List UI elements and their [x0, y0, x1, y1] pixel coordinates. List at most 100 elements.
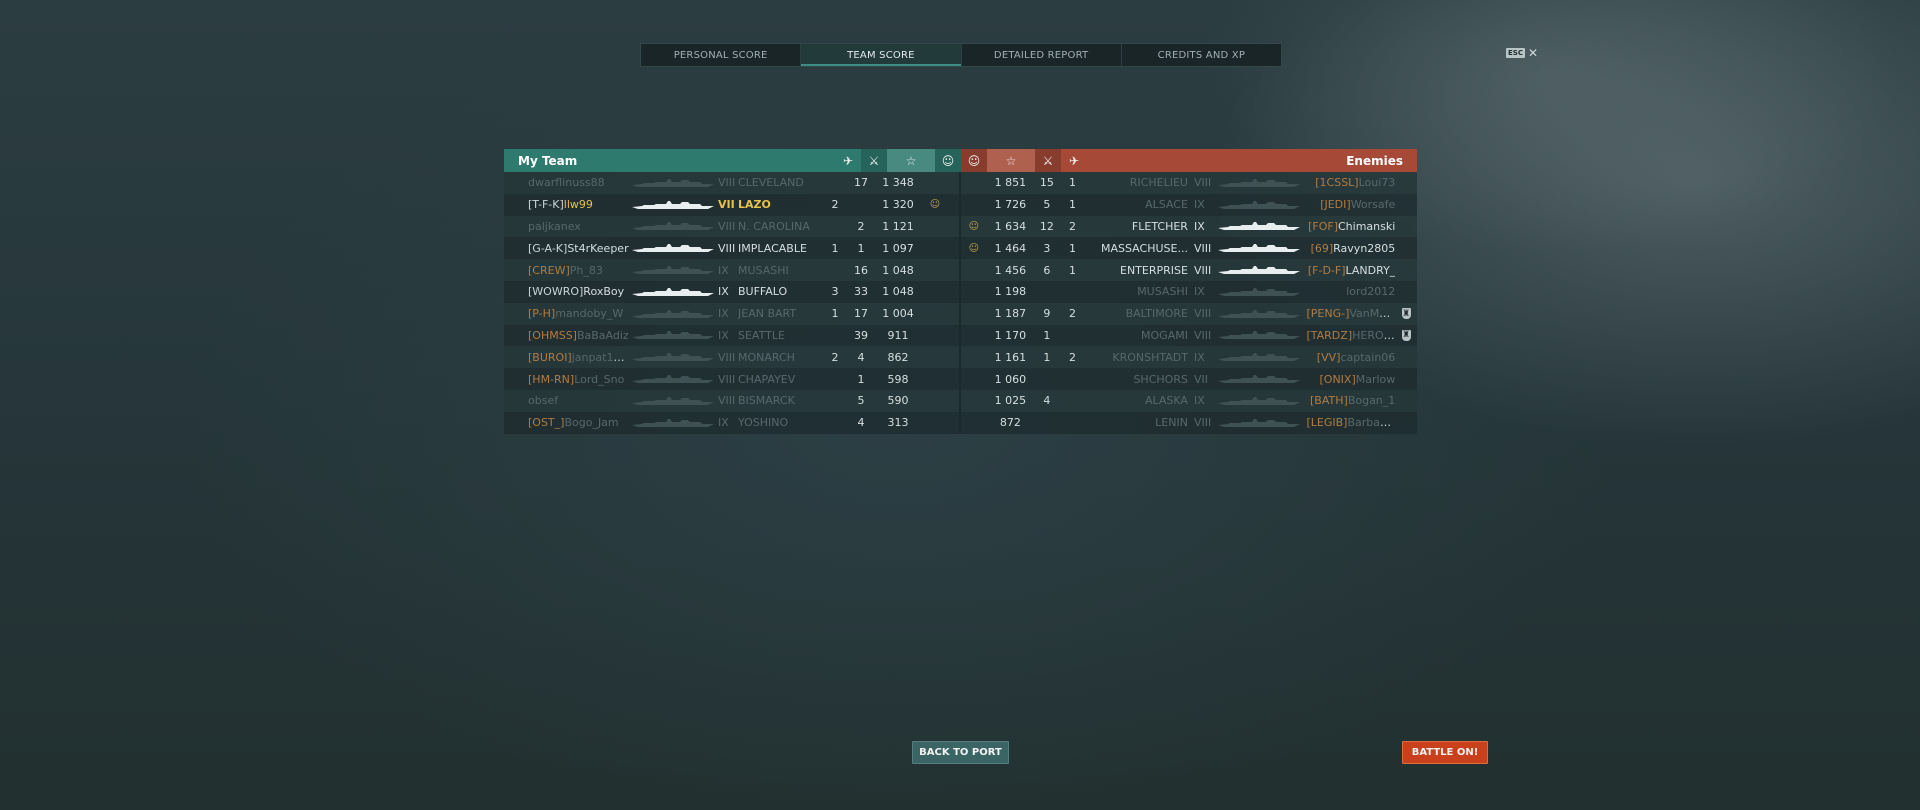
- ship-name: BUFFALO: [738, 285, 788, 299]
- player-nickname: janpat1977: [571, 350, 630, 364]
- ship-name: MASSACHUSE...: [1101, 241, 1188, 255]
- player-name: [BUROI]janpat1977: [504, 351, 630, 364]
- enemy-row[interactable]: 1 198 MUSASHI IX lord2012: [961, 280, 1417, 303]
- ship-name: FLETCHER: [1131, 219, 1188, 233]
- player-row[interactable]: [OST_]Bogo_Jam IX YOSHINO 4 313: [504, 411, 959, 434]
- clan-tag: [JEDI]: [1320, 198, 1351, 212]
- enemy-row[interactable]: 1 187 9 2 BALTIMORE VIII [PENG-]VanMane5... ♜: [961, 302, 1417, 325]
- ship-tier: IX: [1193, 198, 1205, 212]
- score-value: 1 025: [994, 394, 1027, 408]
- player-name: [PENG-]VanMane5...: [1302, 307, 1395, 320]
- extra-cell: ♜: [1395, 329, 1417, 341]
- enemy-row[interactable]: 872 LENIN VIII [LEGIB]Barbarus50: [961, 411, 1417, 434]
- clan-tag: [LEGIB]: [1306, 416, 1348, 430]
- medal-icon: ☺: [968, 242, 980, 254]
- player-nickname: HEROIS...: [1352, 328, 1395, 342]
- enemy-row[interactable]: 1 060 SHCHORS VII [ONIX]Marlow: [961, 368, 1417, 390]
- player-row[interactable]: [G-A-K]St4rKeeper VIII IMPLACABLE 1 1 1 097: [504, 237, 959, 260]
- ship-name: BISMARCK: [738, 394, 795, 408]
- star-icon: ☆: [987, 149, 1035, 172]
- score-value: 1 060: [994, 372, 1027, 386]
- tab-team-score[interactable]: TEAM SCORE: [801, 44, 962, 66]
- shield-icon: ♜: [1401, 308, 1411, 320]
- player-row[interactable]: paljkanex VIII N. CAROLINA 2 1 121: [504, 215, 959, 238]
- ship-name: IMPLACABLE: [738, 241, 807, 255]
- enemy-row[interactable]: 1 170 1 MOGAMI VIII [TARDZ]HEROIS... ♜: [961, 324, 1417, 347]
- ship-tier: IX: [1193, 285, 1205, 299]
- player-row[interactable]: [CREW]Ph_83 IX MUSASHI 16 1 048: [504, 259, 959, 281]
- ship-name: ENTERPRISE: [1120, 263, 1188, 277]
- ship-name: MUSASHI: [738, 263, 789, 277]
- ship-silhouette-icon: [630, 264, 718, 276]
- player-name: [TARDZ]HEROIS...: [1302, 329, 1395, 342]
- player-row[interactable]: [T-F-K]llw99 VII LAZO 2 1 320 ☺: [504, 193, 959, 216]
- player-row[interactable]: obsef VIII BISMARCK 5 590: [504, 389, 959, 412]
- clan-tag: [T-F-K]: [528, 198, 564, 212]
- player-name: [1CSSL]Loui73: [1302, 176, 1395, 189]
- ship-silhouette-icon: [1216, 351, 1303, 363]
- back-to-port-button[interactable]: BACK TO PORT: [912, 741, 1009, 764]
- enemy-row[interactable]: 1 851 15 1 RICHELIEU VIII [1CSSL]Loui73: [961, 172, 1417, 194]
- tab-personal-score[interactable]: PERSONAL SCORE: [641, 44, 802, 66]
- player-row[interactable]: [BUROI]janpat1977 VIII MONARCH 2 4 862: [504, 346, 959, 369]
- score-value: 1 198: [994, 285, 1027, 299]
- enemy-row[interactable]: 1 161 1 2 KRONSHTADT IX [VV]captain06: [961, 346, 1417, 369]
- player-name: [T-F-K]llw99: [504, 198, 630, 211]
- planes-destroyed: 2: [831, 198, 839, 212]
- planes-destroyed: 1: [1069, 241, 1076, 255]
- clan-tag: [69]: [1310, 241, 1334, 255]
- ship-tier: VIII: [1193, 416, 1212, 430]
- esc-close-button[interactable]: ESC ✕: [1506, 46, 1538, 60]
- planes-destroyed: 1: [831, 241, 839, 255]
- score-value: 1 464: [994, 241, 1027, 255]
- enemy-row[interactable]: 1 025 4 ALASKA IX [BATH]Bogan_1: [961, 389, 1417, 412]
- player-name: [F-D-F]LANDRY_: [1302, 264, 1395, 277]
- ship-name: SHCHORS: [1133, 372, 1188, 386]
- my-team-header: My Team ✈ ⚔ ☆ ☺: [504, 149, 961, 172]
- planes-destroyed: 2: [831, 350, 839, 364]
- player-name: [FOF]Chimanski: [1302, 220, 1395, 233]
- enemy-row[interactable]: 1 726 5 1 ALSACE IX [JEDI]Worsafe: [961, 193, 1417, 216]
- player-row[interactable]: [WOWRO]RoxBoy IX BUFFALO 3 33 1 048: [504, 280, 959, 303]
- ship-silhouette-icon: [1216, 373, 1303, 385]
- score-value: 1 097: [882, 241, 914, 255]
- battle-on-button[interactable]: BATTLE ON!: [1402, 741, 1488, 764]
- ship-tier: VIII: [1193, 263, 1212, 277]
- ship-name: MOGAMI: [1141, 328, 1188, 342]
- score-header: My Team ✈ ⚔ ☆ ☺ ☺ ☆ ⚔ ✈ Enemies: [504, 149, 1417, 172]
- ship-tier: IX: [1193, 219, 1205, 233]
- player-name: [BATH]Bogan_1: [1302, 394, 1395, 407]
- planes-destroyed: 1: [1069, 176, 1076, 190]
- player-nickname: BaBaAdiz: [576, 328, 629, 342]
- ship-tier: IX: [718, 285, 729, 299]
- plane-icon: ✈: [842, 153, 854, 168]
- kills-count: 1: [857, 372, 865, 386]
- ship-name: CHAPAYEV: [738, 372, 796, 386]
- tab-credits-and-xp[interactable]: CREDITS AND XP: [1122, 44, 1281, 66]
- player-row[interactable]: dwarflinuss88 VIII CLEVELAND 17 1 348: [504, 172, 959, 194]
- ship-tier: IX: [1193, 394, 1205, 408]
- player-nickname: VanMane5...: [1349, 307, 1395, 321]
- clan-tag: [F-D-F]: [1307, 263, 1346, 277]
- kills-count: 1: [1043, 328, 1051, 342]
- tab-detailed-report[interactable]: DETAILED REPORT: [962, 44, 1122, 66]
- score-value: 1 048: [882, 263, 914, 277]
- enemy-row[interactable]: ☺ 1 464 3 1 MASSACHUSE... VIII [69]Ravyn2805: [961, 237, 1417, 260]
- planes-destroyed: 2: [1069, 350, 1076, 364]
- ship-silhouette-icon: [1216, 220, 1303, 232]
- ship-silhouette-icon: [630, 329, 718, 341]
- enemy-row[interactable]: ☺ 1 634 12 2 FLETCHER IX [FOF]Chimanski: [961, 215, 1417, 238]
- ship-name: BALTIMORE: [1125, 307, 1188, 321]
- ship-silhouette-icon: [1216, 329, 1303, 341]
- score-value: 1 170: [994, 328, 1027, 342]
- player-row[interactable]: [HM-RN]Lord_Sno VIII CHAPAYEV 1 598: [504, 368, 959, 390]
- player-row[interactable]: [OHMSS]BaBaAdiz IX SEATTLE 39 911: [504, 324, 959, 347]
- enemy-row[interactable]: 1 456 6 1 ENTERPRISE VIII [F-D-F]LANDRY_: [961, 259, 1417, 281]
- player-row[interactable]: [P-H]mandoby_W IX JEAN BART 1 17 1 004: [504, 302, 959, 325]
- score-value: 590: [887, 394, 909, 408]
- ship-silhouette-icon: [1216, 199, 1303, 211]
- kills-count: 1: [1043, 350, 1051, 364]
- score-value: 1 851: [994, 176, 1027, 190]
- ship-silhouette-icon: [1216, 417, 1303, 429]
- player-name: [VV]captain06: [1302, 351, 1396, 364]
